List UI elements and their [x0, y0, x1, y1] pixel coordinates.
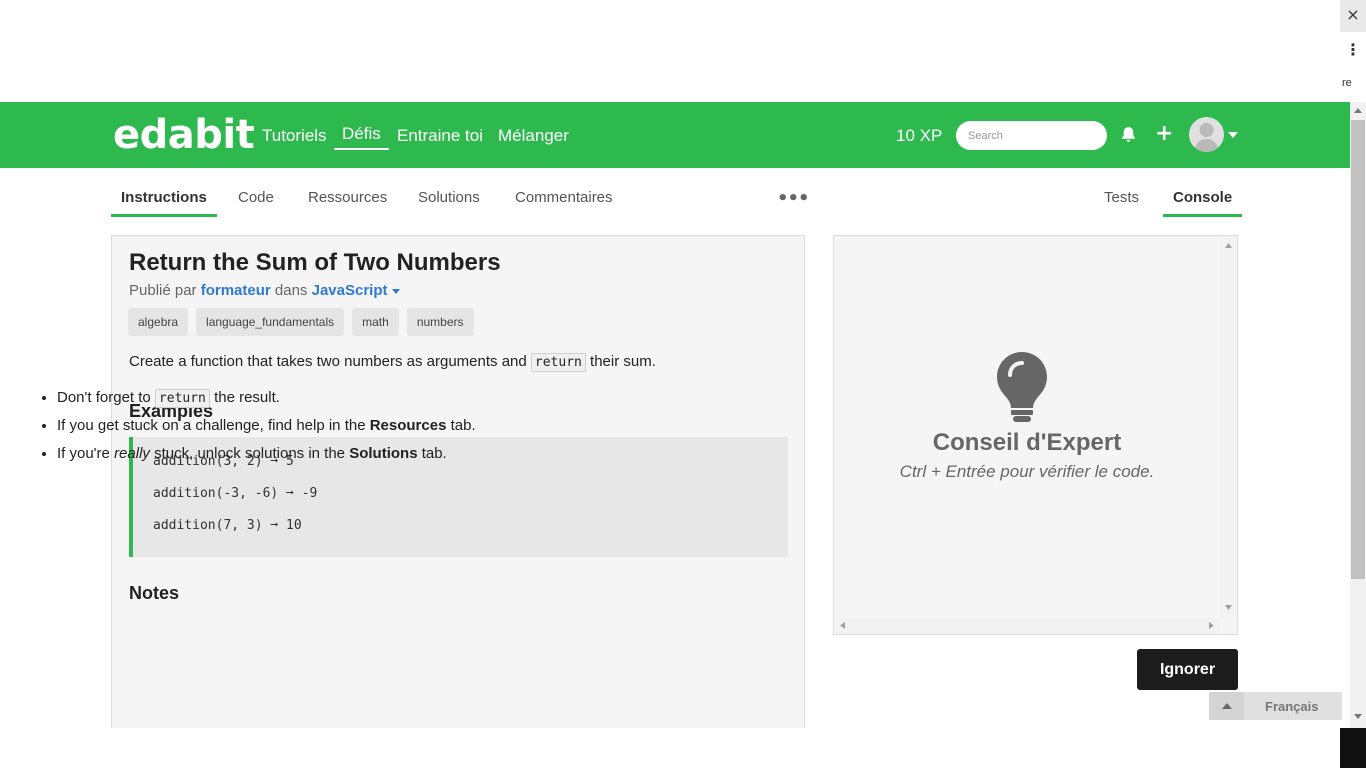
note-text: stuck, unlock solutions in the: [154, 445, 346, 462]
example-line: addition(7, 3) ➞ 10: [153, 518, 302, 533]
tab-instructions[interactable]: Instructions: [111, 189, 217, 217]
nav-tutoriels[interactable]: Tutoriels: [262, 126, 327, 146]
tag-language-fundamentals[interactable]: language_fundamentals: [196, 308, 345, 336]
console-panel[interactable]: Conseil d'Expert Ctrl + Entrée pour véri…: [833, 235, 1238, 635]
tab-ressources[interactable]: Ressources: [308, 189, 387, 214]
side-text: re: [1342, 77, 1352, 89]
note-text: Don't forget to: [57, 389, 151, 406]
caret-down-icon[interactable]: [391, 288, 400, 294]
desc-text-end: their sum.: [590, 353, 656, 370]
lightbulb-icon: [996, 351, 1048, 428]
note-text: If you're: [57, 445, 110, 462]
tab-commentaires[interactable]: Commentaires: [515, 189, 613, 214]
browser-top-area: [0, 0, 1340, 102]
nav-defis[interactable]: Défis: [334, 124, 389, 150]
tag-math[interactable]: math: [352, 308, 399, 336]
inline-code: return: [154, 389, 210, 408]
note-italic: really: [114, 445, 150, 462]
scroll-down-icon[interactable]: [1354, 714, 1362, 719]
list-item: If you get stuck on a challenge, find he…: [57, 416, 476, 436]
tip-title: Conseil d'Expert: [932, 429, 1122, 456]
avatar[interactable]: [1189, 117, 1224, 152]
instructions-panel: Return the Sum of Two Numbers Publié par…: [111, 235, 805, 735]
bottom-corner: [1340, 728, 1366, 768]
language-label[interactable]: Français: [1265, 699, 1318, 714]
notes-heading: Notes: [129, 583, 180, 603]
published-by-label: Publié par: [129, 282, 197, 299]
note-text: If you get stuck on a challenge, find he…: [57, 417, 366, 434]
menu-kebab-icon[interactable]: ⋮: [1340, 40, 1366, 59]
main-navbar: edabit Tutoriels Défis Entraine toi Méla…: [0, 102, 1350, 168]
list-item: If you're really stuck, unlock solutions…: [57, 444, 476, 464]
tip-text: Ctrl + Entrée pour vérifier le code.: [899, 462, 1155, 481]
more-options-icon[interactable]: •••: [777, 188, 810, 209]
tab-console[interactable]: Console: [1163, 189, 1243, 217]
author-link[interactable]: formateur: [201, 282, 271, 299]
challenge-meta: Publié par formateur dans JavaScript: [129, 282, 400, 299]
nav-entraine-toi[interactable]: Entraine toi: [397, 126, 483, 146]
tag-algebra[interactable]: algebra: [128, 308, 189, 336]
desc-text: Create a function that takes two numbers…: [129, 353, 527, 370]
language-selector[interactable]: Français: [1209, 692, 1342, 720]
search-input[interactable]: [956, 121, 1107, 150]
browser-side-controls: × ⋮ re: [1340, 0, 1366, 102]
scrollbar-thumb[interactable]: [1351, 120, 1365, 579]
challenge-title: Return the Sum of Two Numbers: [129, 249, 501, 276]
tab-tests[interactable]: Tests: [1104, 189, 1139, 214]
tab-solutions[interactable]: Solutions: [418, 189, 480, 214]
console-horizontal-scrollbar[interactable]: [834, 617, 1220, 634]
xp-counter: 10 XP: [896, 126, 943, 145]
console-vertical-scrollbar[interactable]: [1220, 236, 1237, 617]
bell-icon[interactable]: [1120, 126, 1137, 148]
chevron-up-icon[interactable]: [1209, 692, 1244, 720]
chevron-down-icon[interactable]: [1228, 132, 1238, 138]
list-item: Don't forget to return the result.: [57, 388, 476, 408]
note-text: tab.: [421, 445, 447, 462]
close-icon[interactable]: ×: [1340, 0, 1366, 32]
example-line: addition(-3, -6) ➞ -9: [153, 486, 318, 501]
tag-numbers[interactable]: numbers: [406, 308, 474, 336]
bottom-area: [0, 728, 1340, 768]
note-text: tab.: [450, 417, 476, 434]
scroll-up-icon[interactable]: [1354, 108, 1362, 113]
plus-icon[interactable]: +: [1155, 121, 1173, 146]
inline-code: return: [530, 353, 586, 372]
language-link[interactable]: JavaScript: [312, 282, 388, 299]
notes-list: Don't forget to return the result. If yo…: [57, 388, 476, 472]
tab-code[interactable]: Code: [238, 189, 274, 214]
page-scrollbar[interactable]: [1350, 102, 1366, 728]
challenge-description: Create a function that takes two numbers…: [129, 351, 656, 373]
note-bold: Solutions: [349, 445, 418, 462]
tag-list: algebra language_fundamentals math numbe…: [128, 308, 474, 336]
ignore-button[interactable]: Ignorer: [1137, 649, 1238, 690]
note-text: the result.: [214, 389, 280, 406]
edabit-logo[interactable]: edabit: [113, 112, 255, 158]
nav-melanger[interactable]: Mélanger: [498, 126, 569, 146]
in-label: dans: [274, 282, 308, 299]
note-bold: Resources: [369, 417, 447, 434]
